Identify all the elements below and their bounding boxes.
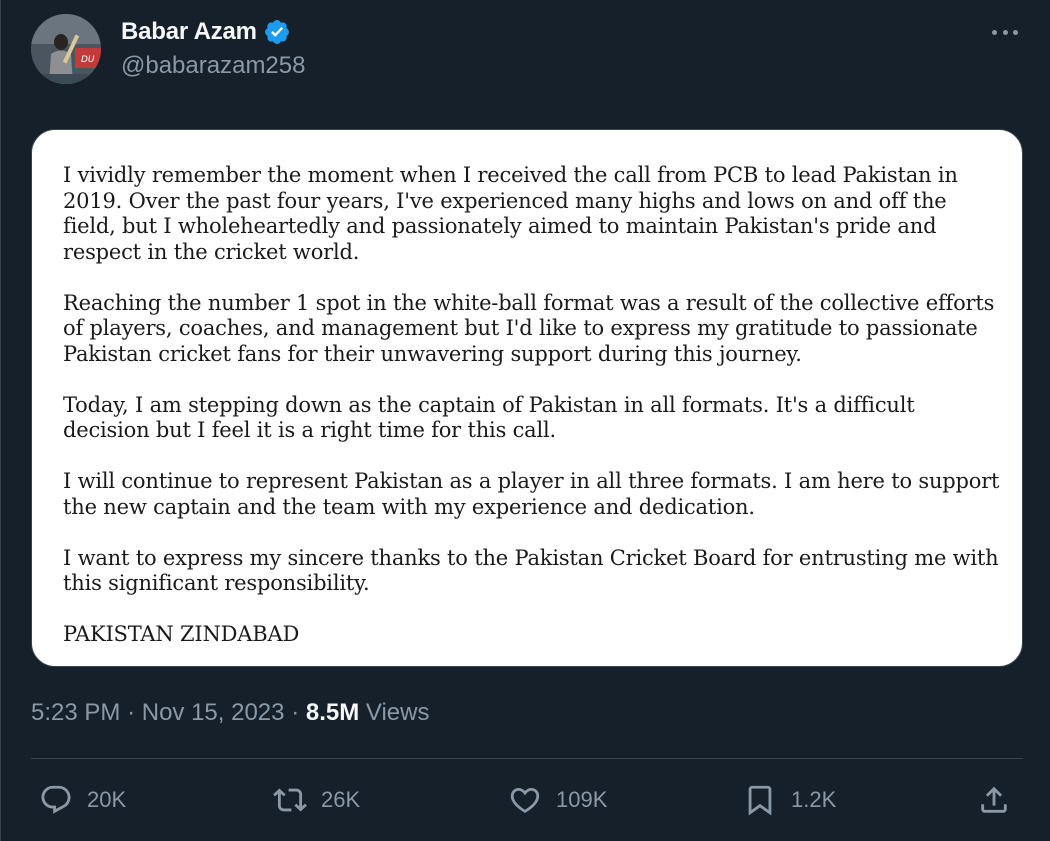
action-bar: 20K 26K 109K 1.2K <box>31 775 1023 825</box>
statement-paragraph: PAKISTAN ZINDABAD <box>63 622 300 646</box>
bookmark-count: 1.2K <box>791 787 837 812</box>
repost-count: 26K <box>321 787 361 812</box>
author-handle[interactable]: @babarazam258 <box>121 52 305 80</box>
heart-icon <box>510 787 540 813</box>
statement-paragraph: I want to express my sincere thanks to t… <box>63 545 999 596</box>
bookmark-button[interactable]: 1.2K <box>743 775 836 825</box>
statement-paragraph: Today, I am stepping down as the captain… <box>63 392 915 443</box>
statement-paragraph: I vividly remember the moment when I rec… <box>63 163 958 264</box>
statement-paragraph: Reaching the number 1 spot in the white-… <box>63 290 995 366</box>
verified-badge-icon[interactable] <box>263 18 291 46</box>
meta-separator: · <box>127 699 136 726</box>
statement-paragraph: I will continue to represent Pakistan as… <box>63 469 1000 519</box>
post-time[interactable]: 5:23 PM <box>31 699 120 726</box>
profile-photo-icon: DU <box>31 14 101 84</box>
views-label: Views <box>365 699 430 726</box>
tweet: DU Babar Azam @babarazam258 I vividly re… <box>0 0 1050 841</box>
repost-button[interactable]: 26K <box>273 775 360 825</box>
repost-icon <box>273 788 307 812</box>
like-count: 109K <box>556 787 608 812</box>
statement-text: I vividly remember the moment when I rec… <box>63 163 1003 648</box>
avatar[interactable]: DU <box>31 14 101 84</box>
share-button[interactable] <box>977 775 1011 825</box>
tweet-meta: 5:23 PM · Nov 15, 2023 · 8.5M Views <box>31 699 429 727</box>
reply-button[interactable]: 20K <box>39 775 126 825</box>
author-name-row: Babar Azam <box>121 17 291 47</box>
like-button[interactable]: 109K <box>508 775 607 825</box>
divider <box>31 758 1023 759</box>
post-date[interactable]: Nov 15, 2023 <box>142 699 285 726</box>
bookmark-icon <box>748 785 772 816</box>
statement-image[interactable]: I vividly remember the moment when I rec… <box>31 129 1023 667</box>
views-count[interactable]: 8.5M <box>306 699 359 726</box>
reply-icon <box>41 785 71 814</box>
share-icon <box>981 786 1007 813</box>
svg-text:DU: DU <box>81 55 95 65</box>
meta-separator: · <box>291 699 300 726</box>
more-options-icon[interactable] <box>992 22 1018 42</box>
reply-count: 20K <box>87 787 127 812</box>
author-display-name[interactable]: Babar Azam <box>121 18 257 46</box>
